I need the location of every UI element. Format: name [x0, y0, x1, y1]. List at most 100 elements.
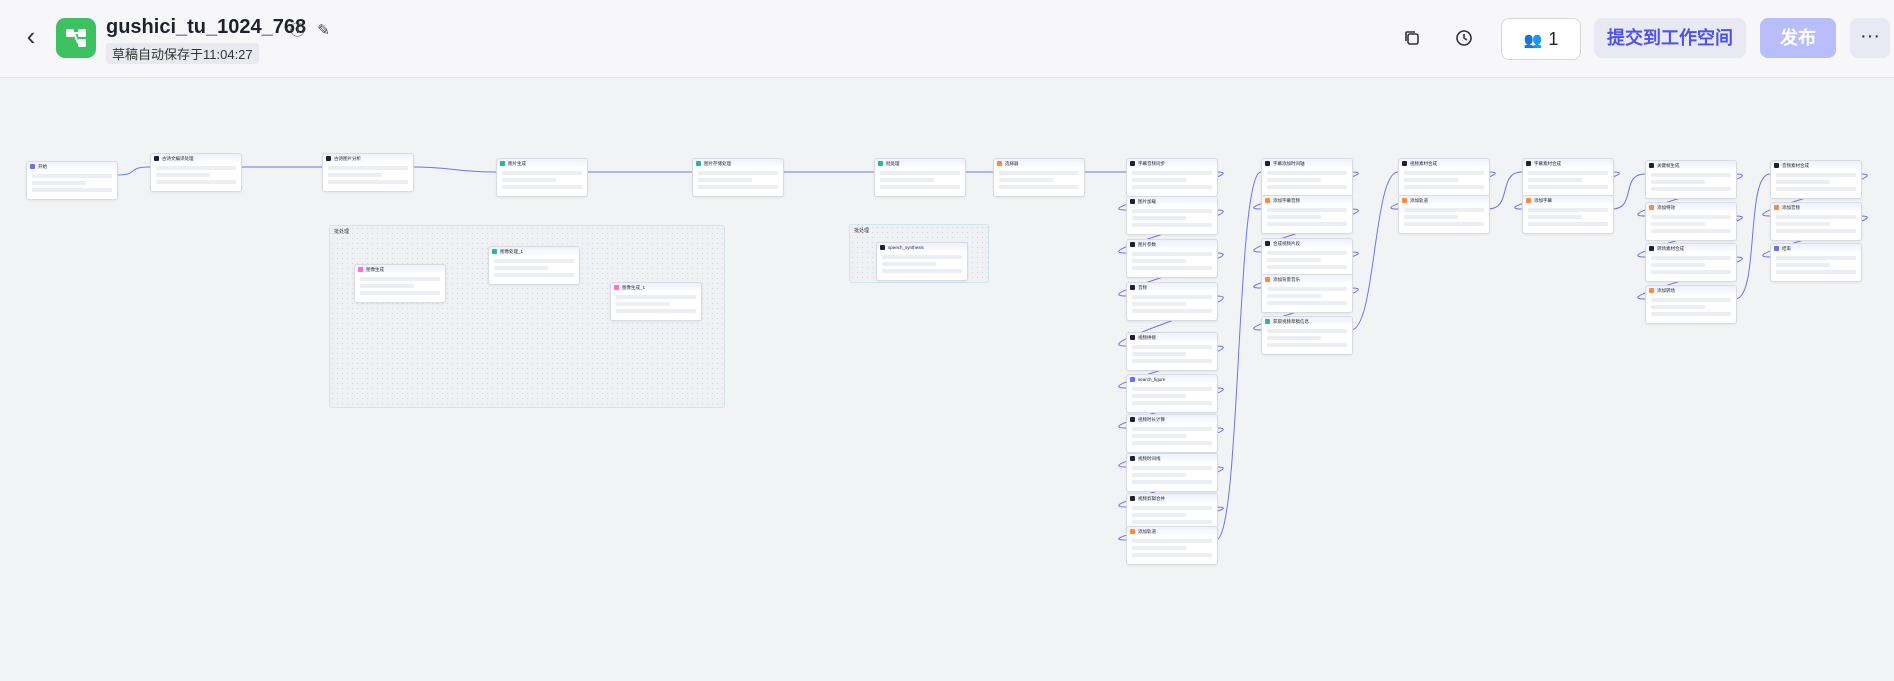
workflow-node[interactable]: 字幕音频同步 — [1126, 158, 1218, 197]
workflow-node[interactable]: 视频拼接 — [1126, 332, 1218, 371]
copy-icon — [1405, 31, 1419, 45]
node-param-row — [880, 185, 960, 189]
node-param-row — [494, 273, 574, 277]
node-title: 添加音频 — [1782, 204, 1800, 210]
node-param-row — [328, 173, 382, 177]
node-param-row — [1132, 209, 1212, 213]
node-type-icon — [1265, 161, 1270, 166]
workflow-node[interactable]: 关键帧生成 — [1645, 160, 1737, 199]
node-param-row — [1132, 259, 1186, 263]
back-button[interactable]: ‹ — [18, 22, 44, 52]
workflow-node[interactable]: 图像生成 — [354, 264, 446, 303]
workflow-node[interactable]: 添加音频 — [1770, 202, 1862, 241]
node-type-icon — [1130, 335, 1135, 340]
workflow-node[interactable]: 添加特效 — [1645, 202, 1737, 241]
workflow-node[interactable]: 开始 — [26, 161, 118, 200]
workflow-node[interactable]: 古诗文编译处理 — [150, 153, 242, 192]
node-type-icon — [1130, 285, 1135, 290]
workflow-node[interactable]: 字幕素材合成 — [1522, 158, 1614, 197]
node-param-row — [1132, 345, 1212, 349]
node-title: 图像处理_1 — [500, 248, 524, 254]
workflow-node[interactable]: 图像生成_1 — [610, 282, 702, 321]
node-param-row — [156, 180, 236, 184]
node-param-row — [616, 295, 696, 299]
submit-to-workspace-button[interactable]: 提交到工作空间 — [1594, 18, 1746, 58]
node-type-icon — [614, 285, 619, 290]
workflow-node[interactable]: 合成视频片段 — [1261, 238, 1353, 277]
page-title: gushici_tu_1024_768 — [106, 16, 307, 38]
node-type-icon — [1649, 163, 1654, 168]
workflow-node[interactable]: 添加背景音乐 — [1261, 274, 1353, 313]
node-param-row — [999, 171, 1079, 175]
node-param-row — [1404, 208, 1484, 212]
node-type-icon — [1130, 242, 1135, 247]
node-param-row — [1404, 178, 1458, 182]
workflow-node[interactable]: 添加字幕音频 — [1261, 195, 1353, 234]
node-param-row — [1651, 180, 1705, 184]
workflow-node[interactable]: 字幕添加时间轴 — [1261, 158, 1353, 197]
node-title: 视频时长计算 — [1138, 416, 1165, 422]
node-param-row — [1132, 427, 1212, 431]
collaborators-button[interactable]: 👥 1 — [1501, 18, 1581, 60]
node-param-row — [1132, 434, 1186, 438]
copy-button[interactable] — [1398, 24, 1426, 52]
workflow-node[interactable]: 古诗图片分析 — [322, 153, 414, 192]
node-param-row — [328, 166, 408, 170]
node-title: 批处理 — [886, 160, 900, 166]
workflow-node[interactable]: 选择器 — [993, 158, 1085, 197]
node-param-row — [1776, 180, 1830, 184]
node-param-row — [1267, 301, 1347, 305]
workflow-node[interactable]: 结束 — [1770, 243, 1862, 282]
node-param-row — [698, 171, 778, 175]
node-param-row — [1528, 185, 1608, 189]
node-param-row — [999, 178, 1053, 182]
workflow-node[interactable]: speech_synthesis — [876, 242, 968, 281]
workflow-node[interactable]: 添加轨道 — [1398, 195, 1490, 234]
edit-icon[interactable]: ✎ — [317, 21, 330, 39]
publish-button[interactable]: 发布 — [1760, 18, 1836, 58]
workflow-node[interactable]: 图片参数 — [1126, 239, 1218, 278]
workflow-node[interactable]: 视频时长计算 — [1126, 414, 1218, 453]
node-param-row — [999, 185, 1079, 189]
workflow-node[interactable]: search_figure — [1126, 374, 1218, 413]
workflow-node[interactable]: 图像处理_1 — [488, 246, 580, 285]
history-button[interactable] — [1450, 24, 1478, 52]
node-title: 音频素材合成 — [1782, 162, 1809, 168]
workflow-node[interactable]: 图片存储处理 — [692, 158, 784, 197]
top-bar: ‹ gushici_tu_1024_768 ⓘ ✎ 草稿自动保存于11:04:2… — [0, 0, 1894, 78]
workflow-node[interactable]: 图片生成 — [496, 158, 588, 197]
node-param-row — [360, 284, 414, 288]
node-param-row — [360, 291, 440, 295]
workflow-node[interactable]: 音频素材合成 — [1770, 160, 1862, 199]
workflow-node[interactable]: 获取视频草稿信息 — [1261, 316, 1353, 355]
node-param-row — [1132, 546, 1186, 550]
workflow-canvas[interactable]: 批处理 批处理 开始 古诗文编译处理 古诗图片分析 图片生成 图片存储处理 批处理 选择器 图像… — [0, 78, 1894, 681]
workflow-node[interactable]: 转场素材合成 — [1645, 243, 1737, 282]
node-type-icon — [1649, 288, 1654, 293]
node-param-row — [1651, 187, 1731, 191]
node-param-row — [1132, 252, 1212, 256]
workflow-node[interactable]: 批处理 — [874, 158, 966, 197]
node-param-row — [1267, 294, 1321, 298]
history-icon — [1456, 30, 1472, 46]
node-type-icon — [696, 161, 701, 166]
workflow-node[interactable]: 添加字幕 — [1522, 195, 1614, 234]
info-icon[interactable]: ⓘ — [290, 19, 305, 40]
workflow-node[interactable]: 添加转场 — [1645, 285, 1737, 324]
workflow-node[interactable]: 添加轨道 — [1126, 526, 1218, 565]
workflow-node[interactable]: 音频 — [1126, 282, 1218, 321]
node-param-row — [616, 302, 670, 306]
workflow-node[interactable]: 视频素材合成 — [1398, 158, 1490, 197]
node-param-row — [1651, 222, 1705, 226]
workflow-node[interactable]: 图片加载 — [1126, 196, 1218, 235]
more-button[interactable]: ··· — [1850, 18, 1890, 58]
node-param-row — [1132, 185, 1212, 189]
node-param-row — [1132, 266, 1212, 270]
node-param-row — [1132, 401, 1212, 405]
node-param-row — [1132, 553, 1212, 557]
node-param-row — [1132, 302, 1186, 306]
node-title: 合成视频片段 — [1273, 240, 1300, 246]
workflow-node[interactable]: 视频时间线 — [1126, 453, 1218, 492]
node-param-row — [882, 262, 936, 266]
node-param-row — [1776, 270, 1856, 274]
